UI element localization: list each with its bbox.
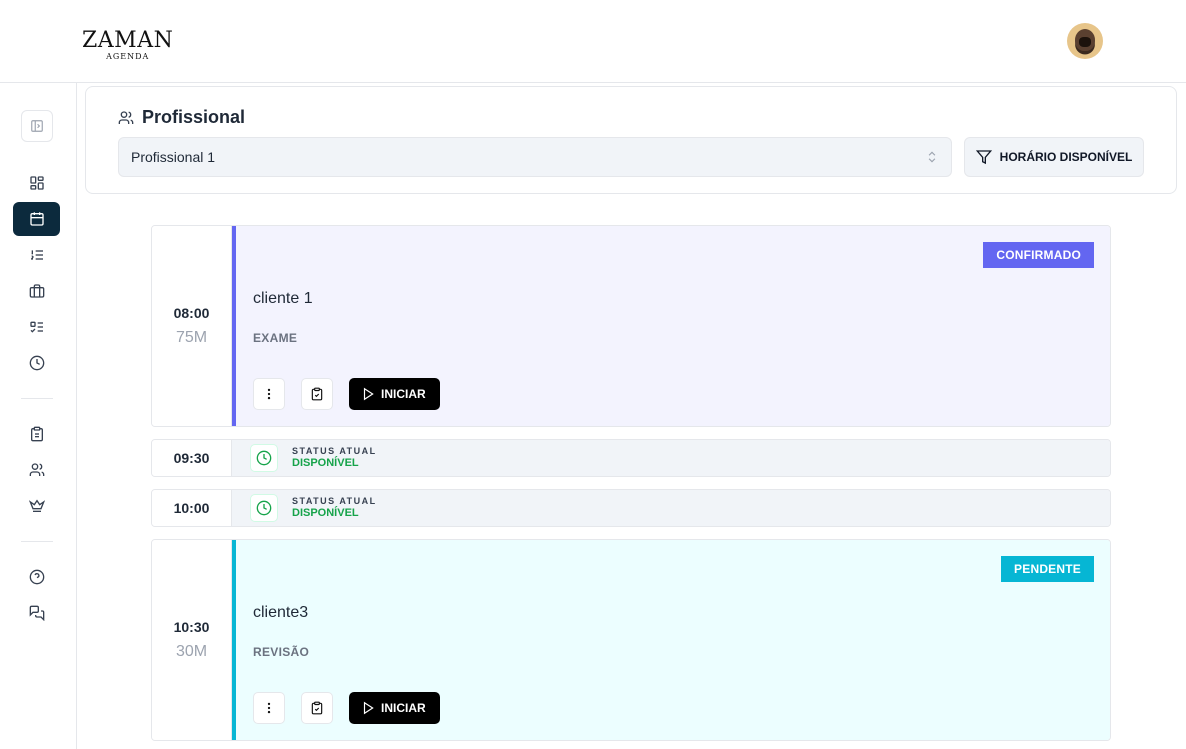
status-value: DISPONÍVEL bbox=[292, 507, 359, 519]
clipboard-check-icon bbox=[311, 387, 323, 401]
crown-icon bbox=[28, 499, 45, 512]
sidebar-item-tasks[interactable] bbox=[13, 310, 60, 344]
users-icon bbox=[29, 463, 44, 476]
chat-icon bbox=[29, 605, 44, 621]
appointment-duration: 75M bbox=[175, 329, 208, 346]
sidebar-item-records[interactable] bbox=[13, 417, 60, 451]
free-slot[interactable]: 10:00 STATUS ATUAL DISPONÍVEL bbox=[151, 489, 1111, 527]
sidebar-item-users[interactable] bbox=[13, 453, 60, 487]
time-column: 10:00 bbox=[152, 490, 232, 526]
checklist-icon bbox=[29, 321, 43, 333]
play-icon bbox=[363, 387, 374, 401]
start-appointment-button[interactable]: INICIAR bbox=[349, 692, 440, 724]
users-icon bbox=[118, 110, 134, 124]
time-column: 09:30 bbox=[152, 440, 232, 476]
logo[interactable]: ZAMAN AGENDA bbox=[82, 28, 174, 62]
professional-filter-card: Profissional Profissional 1 HORÁRIO DISP… bbox=[85, 86, 1177, 194]
chevron-up-down-icon bbox=[928, 151, 936, 163]
appointment-time: 10:30 bbox=[173, 619, 210, 635]
sidebar-item-calendar[interactable] bbox=[13, 202, 60, 236]
dashboard-icon bbox=[29, 176, 44, 190]
status-value: DISPONÍVEL bbox=[292, 457, 359, 469]
slot-time: 10:00 bbox=[173, 500, 210, 516]
clipboard-icon bbox=[30, 426, 43, 442]
appointment-actions: INICIAR bbox=[253, 378, 440, 410]
more-vertical-icon bbox=[267, 702, 271, 714]
record-button[interactable] bbox=[301, 692, 333, 724]
help-icon bbox=[29, 569, 44, 585]
clock-chip bbox=[250, 494, 278, 522]
sidebar-item-help[interactable] bbox=[13, 560, 60, 594]
client-name: cliente 1 bbox=[253, 290, 313, 307]
clock-icon bbox=[256, 450, 272, 466]
sidebar-toggle-icon bbox=[31, 120, 43, 132]
professional-select-value: Profissional 1 bbox=[131, 149, 216, 165]
more-options-button[interactable] bbox=[253, 692, 285, 724]
sidebar-item-chat[interactable] bbox=[13, 596, 60, 630]
free-slot-body: STATUS ATUAL DISPONÍVEL bbox=[232, 440, 1110, 476]
sidebar-item-list[interactable] bbox=[13, 238, 60, 272]
start-appointment-button[interactable]: INICIAR bbox=[349, 378, 440, 410]
clock-icon bbox=[29, 355, 44, 371]
free-slot-body: STATUS ATUAL DISPONÍVEL bbox=[232, 490, 1110, 526]
briefcase-icon bbox=[29, 284, 44, 298]
more-options-button[interactable] bbox=[253, 378, 285, 410]
time-column: 08:00 75M bbox=[152, 226, 232, 426]
status-label: STATUS ATUAL bbox=[292, 496, 377, 506]
list-ordered-icon bbox=[30, 250, 43, 260]
sidebar-item-services[interactable] bbox=[13, 274, 60, 308]
sidebar-item-dashboard[interactable] bbox=[13, 166, 60, 200]
slot-time: 09:30 bbox=[173, 450, 210, 466]
status-badge: PENDENTE bbox=[1001, 556, 1094, 582]
sidebar bbox=[0, 83, 77, 749]
appointment-duration: 30M bbox=[175, 643, 208, 660]
appointment-actions: INICIAR bbox=[253, 692, 440, 724]
record-button[interactable] bbox=[301, 378, 333, 410]
available-hours-button[interactable]: HORÁRIO DISPONÍVEL bbox=[964, 137, 1144, 177]
sidebar-item-history[interactable] bbox=[13, 346, 60, 380]
appointment-card[interactable]: 10:30 30M PENDENTE cliente3 REVISÃO INIC… bbox=[151, 539, 1111, 741]
sidebar-item-premium[interactable] bbox=[13, 489, 60, 523]
service-name: EXAME bbox=[253, 331, 298, 345]
calendar-icon bbox=[29, 212, 44, 226]
professional-select[interactable]: Profissional 1 bbox=[118, 137, 952, 177]
top-bar: ZAMAN AGENDA bbox=[0, 0, 1186, 83]
status-label: STATUS ATUAL bbox=[292, 446, 377, 456]
user-avatar[interactable] bbox=[1067, 23, 1103, 59]
sidebar-toggle-button[interactable] bbox=[21, 110, 53, 142]
start-label: INICIAR bbox=[381, 701, 426, 715]
filter-title: Profissional bbox=[118, 107, 245, 128]
appointment-body: CONFIRMADO cliente 1 EXAME INICIAR bbox=[232, 226, 1110, 426]
client-name: cliente3 bbox=[253, 604, 309, 621]
appointment-time: 08:00 bbox=[173, 305, 210, 321]
filter-title-label: Profissional bbox=[142, 107, 246, 127]
sidebar-divider bbox=[21, 541, 53, 542]
play-icon bbox=[363, 701, 374, 715]
filter-icon bbox=[975, 150, 992, 165]
appointment-body: PENDENTE cliente3 REVISÃO INICIAR bbox=[232, 540, 1110, 740]
sidebar-divider bbox=[21, 398, 53, 399]
clipboard-check-icon bbox=[311, 701, 323, 715]
start-label: INICIAR bbox=[381, 387, 426, 401]
logo-text: ZAMAN bbox=[82, 28, 174, 53]
time-column: 10:30 30M bbox=[152, 540, 232, 740]
more-vertical-icon bbox=[267, 388, 271, 400]
available-hours-label: HORÁRIO DISPONÍVEL bbox=[999, 150, 1133, 164]
logo-subtitle: AGENDA bbox=[106, 52, 150, 61]
status-badge: CONFIRMADO bbox=[983, 242, 1094, 268]
service-name: REVISÃO bbox=[253, 645, 310, 659]
clock-chip bbox=[250, 444, 278, 472]
clock-icon bbox=[256, 500, 272, 516]
appointment-card[interactable]: 08:00 75M CONFIRMADO cliente 1 EXAME INI… bbox=[151, 225, 1111, 427]
free-slot[interactable]: 09:30 STATUS ATUAL DISPONÍVEL bbox=[151, 439, 1111, 477]
